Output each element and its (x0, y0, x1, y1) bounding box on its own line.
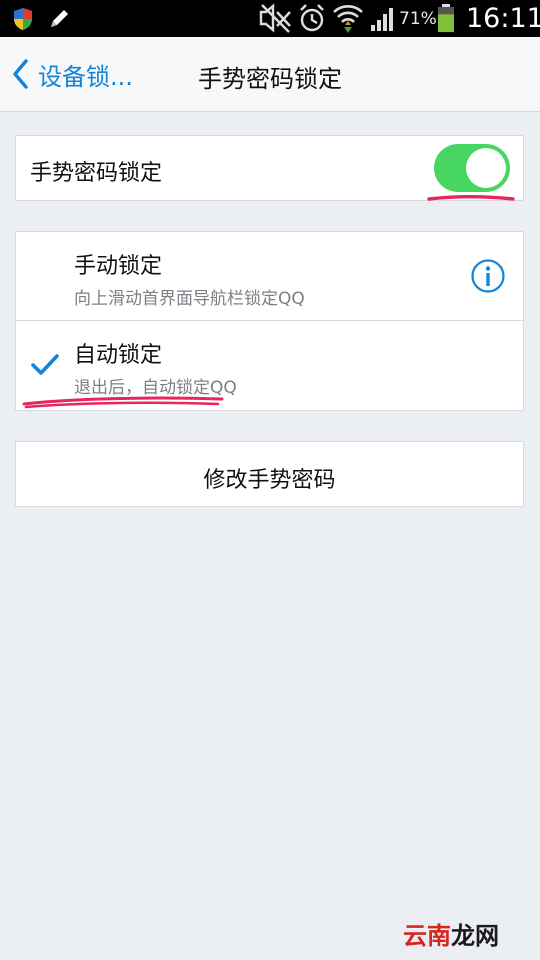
auto-lock-row[interactable]: 自动锁定 退出后，自动锁定QQ (16, 321, 523, 411)
gesture-lock-toggle[interactable] (434, 144, 510, 192)
signal-icon (371, 8, 393, 31)
manual-lock-row[interactable]: 手动锁定 向上滑动首界面导航栏锁定QQ (16, 232, 523, 320)
gesture-lock-card: 手势密码锁定 (15, 135, 524, 201)
nav-bar: 设备锁... 手势密码锁定 (0, 37, 540, 112)
lock-mode-card: 手动锁定 向上滑动首界面导航栏锁定QQ 自动锁定 退出后，自动锁定QQ (15, 231, 524, 411)
clock: 16:11 (466, 3, 540, 34)
battery-percent: 71% (399, 9, 437, 29)
gesture-lock-label: 手势密码锁定 (30, 161, 163, 186)
watermark-logo: 云南龙网 (403, 916, 499, 951)
manual-lock-title: 手动锁定 (74, 254, 163, 279)
status-bar: 71% 16:11 (0, 0, 540, 37)
alarm-icon (300, 4, 324, 32)
shield-icon (14, 8, 32, 30)
manual-lock-subtitle: 向上滑动首界面导航栏锁定QQ (74, 289, 305, 309)
mute-icon (259, 3, 291, 33)
pen-icon (51, 10, 68, 27)
info-icon[interactable] (470, 258, 506, 294)
modify-gesture-password-label: 修改手势密码 (203, 468, 336, 493)
modify-gesture-password-button[interactable]: 修改手势密码 (15, 441, 524, 507)
toggle-knob (466, 148, 506, 188)
auto-lock-title: 自动锁定 (74, 343, 163, 368)
auto-lock-subtitle: 退出后，自动锁定QQ (74, 378, 237, 398)
wifi-icon (333, 5, 363, 33)
battery-icon (438, 4, 454, 33)
watermark-brand-b: 龙网 (451, 922, 499, 950)
checkmark-icon (31, 354, 59, 375)
page-title: 手势密码锁定 (198, 65, 342, 93)
watermark-brand-a: 云南 (403, 922, 451, 950)
